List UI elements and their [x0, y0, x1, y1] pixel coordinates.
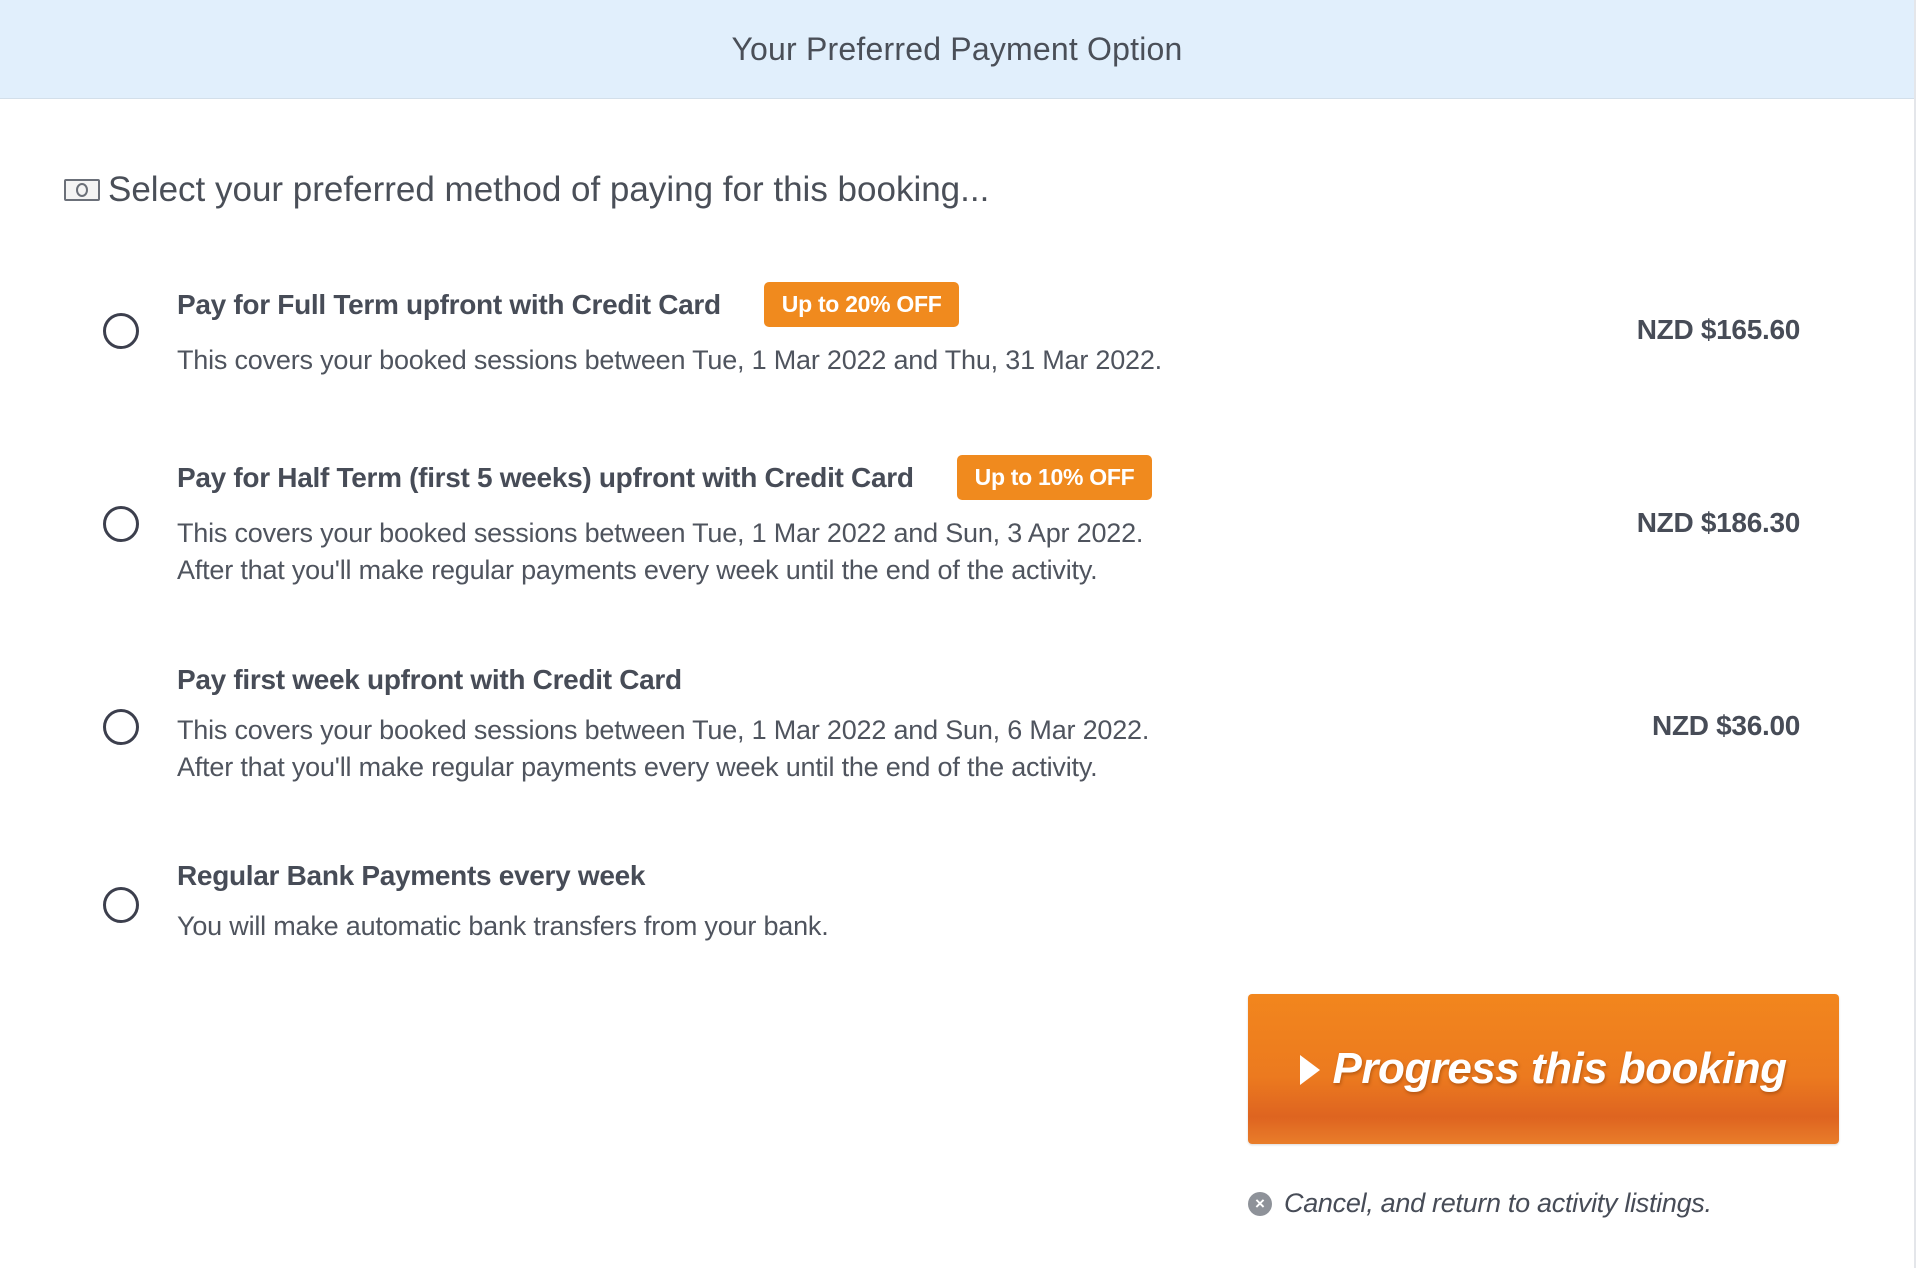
- option-title-row: Pay for Full Term upfront with Credit Ca…: [177, 282, 960, 327]
- radio-full-term[interactable]: [103, 313, 139, 349]
- option-desc-line: You will make automatic bank transfers f…: [177, 911, 829, 941]
- progress-booking-button[interactable]: Progress this booking: [1248, 994, 1839, 1144]
- cancel-link[interactable]: × Cancel, and return to activity listing…: [1248, 1188, 1712, 1219]
- option-description: This covers your booked sessions between…: [177, 515, 1143, 589]
- payment-panel: Your Preferred Payment Option Select you…: [0, 0, 1916, 1268]
- panel-title: Your Preferred Payment Option: [731, 30, 1183, 67]
- radio-half-term[interactable]: [103, 506, 139, 542]
- option-desc-line: After that you'll make regular payments …: [177, 752, 1098, 782]
- option-price: NZD $165.60: [1636, 314, 1801, 345]
- option-desc-line: This covers your booked sessions between…: [177, 345, 1162, 375]
- option-title: Pay for Full Term upfront with Credit Ca…: [177, 288, 721, 320]
- discount-badge: Up to 10% OFF: [956, 455, 1153, 500]
- discount-badge: Up to 20% OFF: [763, 282, 960, 327]
- intro-text: Select your preferred method of paying f…: [108, 170, 990, 209]
- option-title: Pay first week upfront with Credit Card: [177, 664, 682, 695]
- option-title: Pay for Half Term (first 5 weeks) upfron…: [177, 461, 914, 493]
- option-description: You will make automatic bank transfers f…: [177, 908, 829, 945]
- option-title: Regular Bank Payments every week: [177, 860, 646, 891]
- option-title-row: Regular Bank Payments every week: [177, 860, 646, 892]
- cancel-link-label: Cancel, and return to activity listings.: [1284, 1188, 1712, 1218]
- option-desc-line: This covers your booked sessions between…: [177, 518, 1144, 548]
- intro-line: Select your preferred method of paying f…: [64, 170, 989, 210]
- chevron-right-icon: [1300, 1055, 1321, 1085]
- radio-first-week[interactable]: [103, 709, 139, 745]
- option-desc-line: After that you'll make regular payments …: [177, 555, 1098, 585]
- money-icon: [64, 179, 100, 201]
- option-price: NZD $186.30: [1636, 507, 1801, 538]
- radio-bank-payments[interactable]: [103, 887, 139, 923]
- option-title-row: Pay first week upfront with Credit Card: [177, 664, 682, 696]
- option-description: This covers your booked sessions between…: [177, 342, 1162, 379]
- progress-button-label: Progress this booking: [1332, 1044, 1787, 1093]
- option-description: This covers your booked sessions between…: [177, 712, 1149, 786]
- option-price: NZD $36.00: [1652, 710, 1800, 741]
- option-title-row: Pay for Half Term (first 5 weeks) upfron…: [177, 455, 1153, 500]
- close-circle-icon: ×: [1248, 1191, 1272, 1216]
- option-desc-line: This covers your booked sessions between…: [177, 715, 1150, 745]
- panel-header: Your Preferred Payment Option: [0, 0, 1914, 99]
